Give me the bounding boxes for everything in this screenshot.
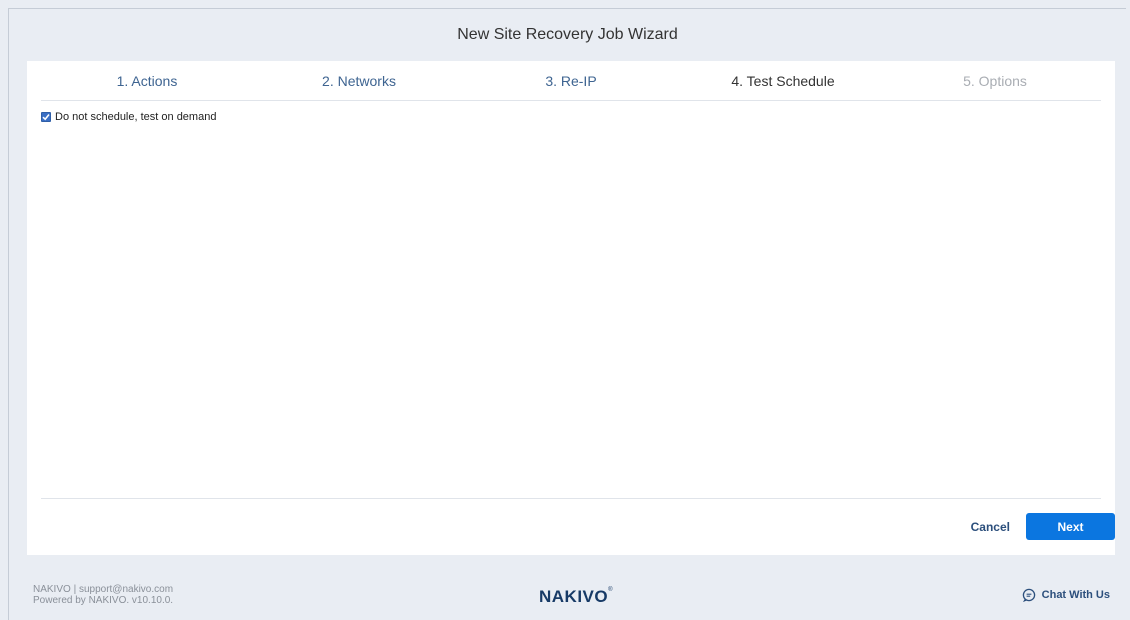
- step-test-schedule[interactable]: 4. Test Schedule: [677, 61, 889, 100]
- step-actions[interactable]: 1. Actions: [41, 61, 253, 100]
- chat-with-us-button[interactable]: Chat With Us: [1022, 588, 1110, 602]
- logo-mark: ®: [608, 587, 614, 593]
- next-button[interactable]: Next: [1026, 513, 1115, 540]
- version-info: Powered by NAKIVO. v10.10.0.: [33, 595, 174, 606]
- panel-divider: [41, 498, 1101, 499]
- step-options: 5. Options: [963, 72, 1027, 89]
- page-footer: NAKIVO | support@nakivo.com Powered by N…: [9, 569, 1126, 620]
- wizard-window: New Site Recovery Job Wizard 1. Actions …: [8, 8, 1126, 620]
- chat-bubble-icon: [1022, 588, 1036, 602]
- logo-text: NAKIVO: [539, 587, 609, 606]
- step-re-ip[interactable]: 3. Re-IP: [465, 61, 677, 100]
- wizard-title: New Site Recovery Job Wizard: [457, 26, 678, 43]
- no-schedule-option[interactable]: Do not schedule, test on demand: [41, 111, 216, 123]
- no-schedule-label: Do not schedule, test on demand: [55, 111, 217, 123]
- footer-info: NAKIVO | support@nakivo.com Powered by N…: [33, 584, 173, 606]
- step-networks[interactable]: 2. Networks: [253, 61, 465, 100]
- checkmark-icon: [42, 113, 50, 121]
- nakivo-logo: NAKIVO®: [539, 587, 613, 607]
- wizard-steps: 1. Actions 2. Networks 3. Re-IP 4. Test …: [41, 61, 1101, 101]
- chat-label: Chat With Us: [1041, 589, 1110, 601]
- no-schedule-checkbox[interactable]: [41, 112, 51, 122]
- support-email[interactable]: NAKIVO | support@nakivo.com: [33, 584, 173, 595]
- cancel-button[interactable]: Cancel: [971, 513, 1010, 541]
- wizard-panel: 1. Actions 2. Networks 3. Re-IP 4. Test …: [27, 61, 1115, 555]
